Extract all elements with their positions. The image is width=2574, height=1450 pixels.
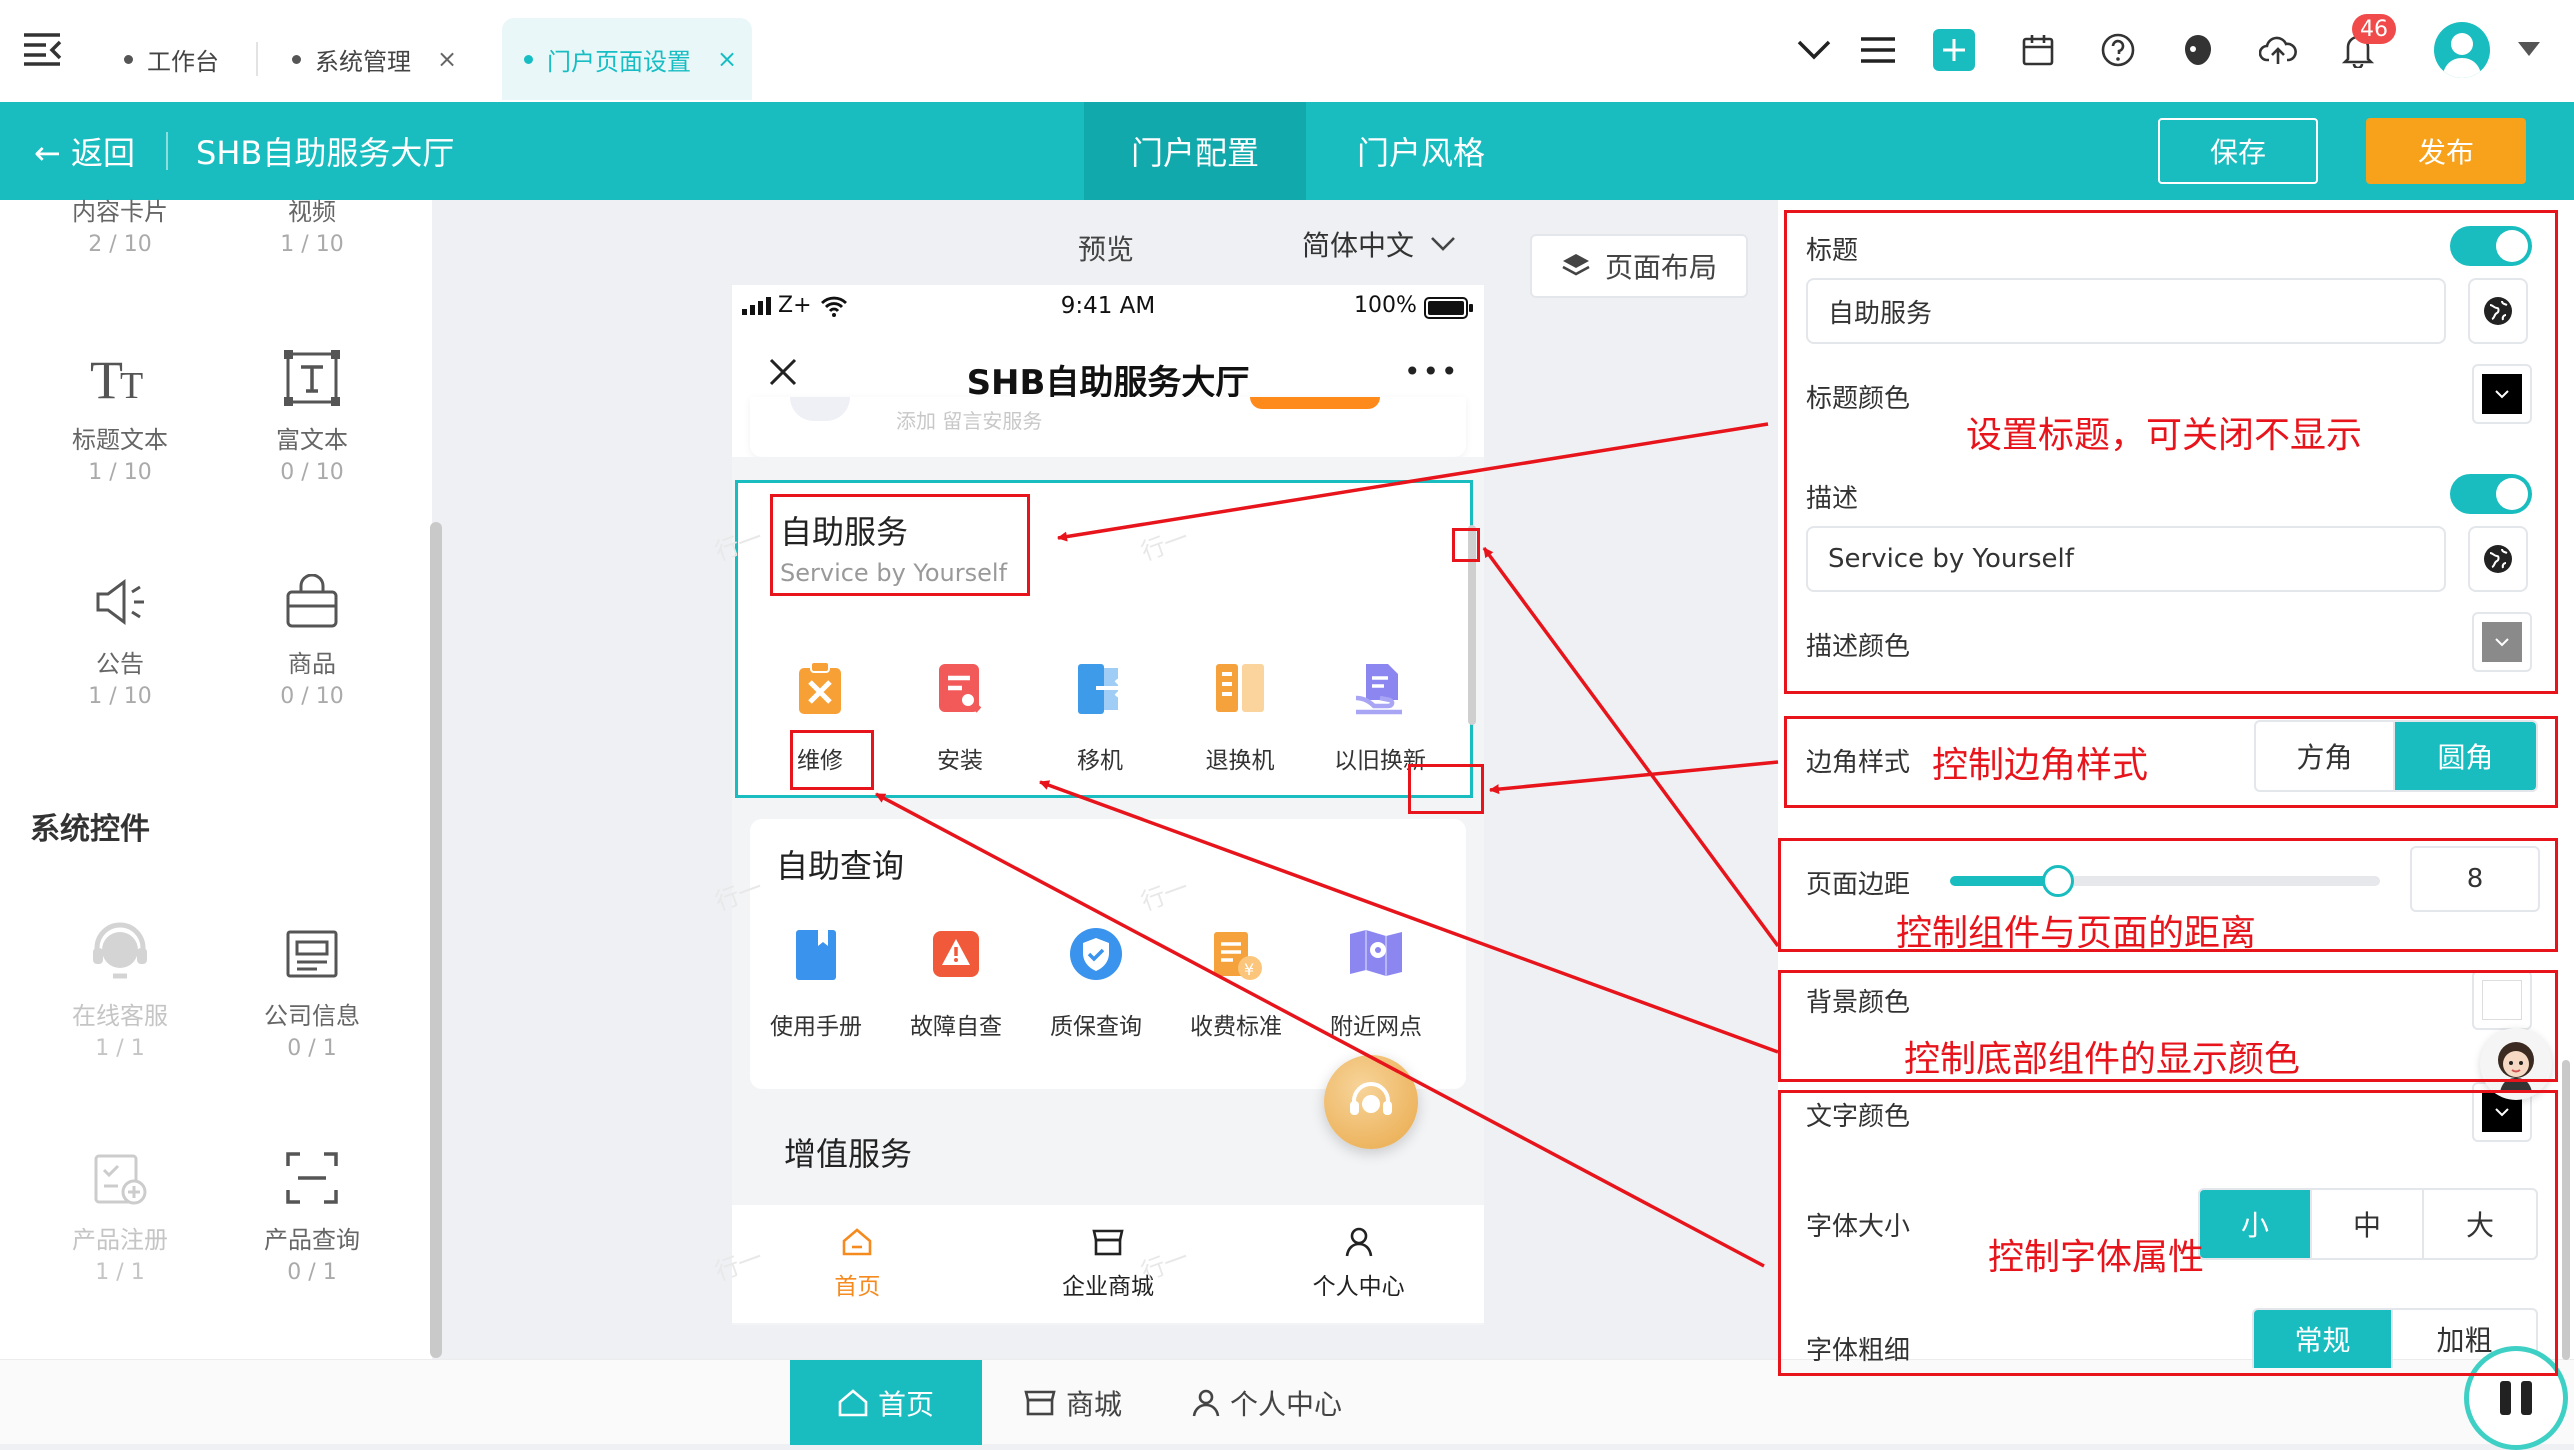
annotation-arrows — [875, 422, 1780, 1268]
